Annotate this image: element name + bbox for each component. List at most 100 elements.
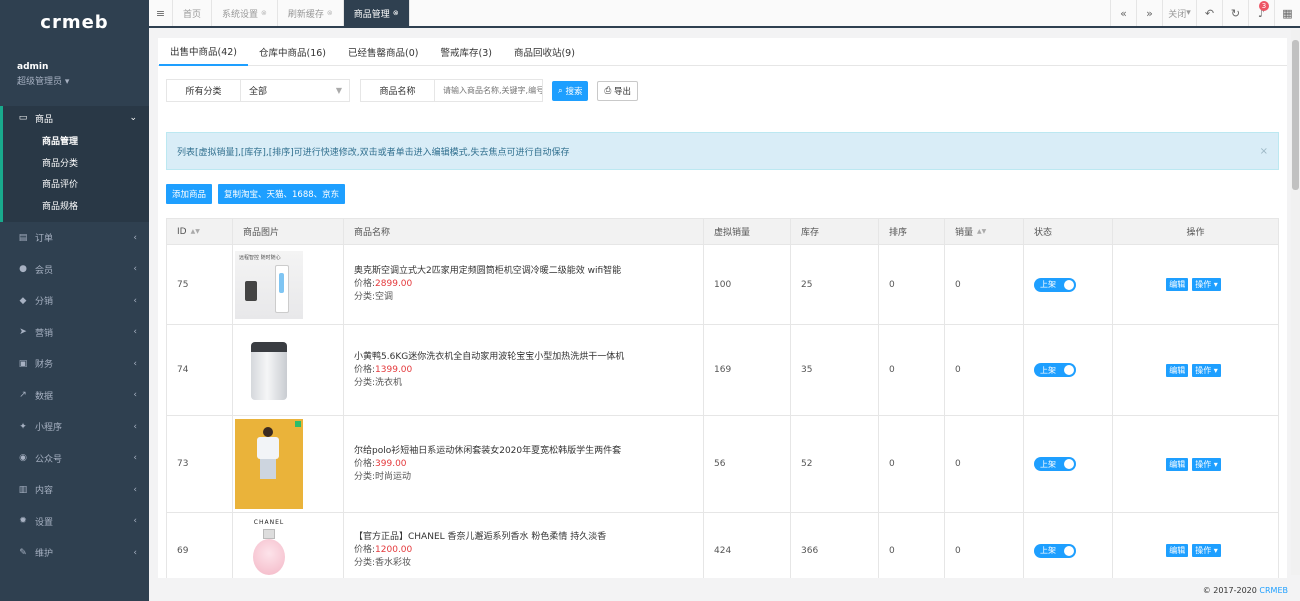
sidebar-item-product[interactable]: ▭ 商品 ⌄	[3, 106, 149, 130]
footer-brand-link[interactable]: CRMEB	[1259, 586, 1288, 595]
search-button[interactable]: ⌕ 搜索	[552, 81, 589, 101]
sidebar-item-marketing[interactable]: ➤ 营销 ‹	[0, 317, 149, 349]
tab-low-stock[interactable]: 警戒库存(3)	[430, 38, 503, 66]
col-status: 状态	[1024, 219, 1113, 244]
product-image[interactable]	[235, 419, 303, 509]
product-image[interactable]: CHANEL	[235, 516, 303, 578]
scrollbar-thumb[interactable]	[1292, 40, 1299, 190]
cell-virtual-sales[interactable]: 424	[704, 513, 791, 578]
tab-product-manage[interactable]: 商品管理 ⊗	[343, 0, 410, 26]
scroll-right-button[interactable]: »	[1136, 0, 1162, 26]
more-ops-dropdown[interactable]: 操作 ▾	[1192, 544, 1221, 557]
category-select[interactable]: 所有分类 全部 ▼	[166, 79, 350, 102]
close-tabs-label: 关闭	[1168, 9, 1187, 20]
chevron-left-icon: ‹	[133, 547, 137, 558]
page-scrollbar[interactable]	[1291, 30, 1300, 575]
cell-status: 上架	[1024, 325, 1113, 415]
sidebar-item-maintain[interactable]: ✎ 维护 ‹	[0, 537, 149, 569]
sidebar-item-content[interactable]: ▥ 内容 ‹	[0, 474, 149, 506]
sidebar-item-label: 营销	[35, 328, 54, 339]
cell-name: 尔给polo衫短袖日系运动休闲套装女2020年夏宽松韩版学生两件套 价格:399…	[344, 416, 704, 512]
more-ops-dropdown[interactable]: 操作 ▾	[1192, 278, 1221, 291]
sidebar-item-order[interactable]: ▤ 订单 ‹	[0, 222, 149, 254]
export-button[interactable]: ⎙ 导出	[597, 81, 639, 101]
cell-image	[233, 416, 344, 512]
refresh-button[interactable]: ↻	[1222, 0, 1248, 26]
sidebar-item-settings[interactable]: ✹ 设置 ‹	[0, 506, 149, 538]
cell-sort[interactable]: 0	[879, 325, 945, 415]
edit-button[interactable]: 编辑	[1166, 544, 1189, 557]
caret-down-icon: ▾	[1186, 8, 1191, 18]
sidebar-item-miniapp[interactable]: ✦ 小程序 ‹	[0, 411, 149, 443]
sidebar-subitem-product-spec[interactable]: 商品规格	[3, 195, 149, 217]
more-ops-dropdown[interactable]: 操作 ▾	[1192, 457, 1221, 471]
edit-button[interactable]: 编辑	[1166, 363, 1189, 377]
tab-home[interactable]: 首页	[173, 0, 213, 26]
price-prefix: 价格:	[354, 364, 376, 375]
fullscreen-button[interactable]: ▦	[1274, 0, 1300, 26]
cell-stock[interactable]: 35	[791, 325, 879, 415]
sidebar-subitem-product-manage[interactable]: 商品管理	[3, 130, 149, 152]
user-icon: ●	[19, 264, 27, 275]
menu-toggle-button[interactable]: ≡	[149, 0, 173, 26]
sidebar-item-wechat[interactable]: ◉ 公众号 ‹	[0, 443, 149, 475]
status-toggle[interactable]: 上架	[1034, 543, 1076, 558]
sidebar-item-data[interactable]: ↗ 数据 ‹	[0, 380, 149, 412]
scroll-left-button[interactable]: «	[1110, 0, 1136, 26]
copy-product-button[interactable]: 复制淘宝、天猫、1688、京东	[218, 184, 346, 204]
user-role-dropdown[interactable]: 超级管理员 ▾	[17, 74, 149, 87]
close-icon[interactable]: ⊗	[327, 9, 333, 17]
tab-recycle-bin[interactable]: 商品回收站(9)	[503, 38, 586, 66]
sort-icon: ▲▼	[977, 228, 987, 235]
col-sales[interactable]: 销量 ▲▼	[945, 219, 1024, 244]
sidebar-subitem-product-review[interactable]: 商品评价	[3, 173, 149, 195]
close-icon[interactable]: ⊗	[261, 9, 267, 17]
edit-button[interactable]: 编辑	[1166, 278, 1189, 291]
footer: © 2017-2020 CRMEB	[1203, 586, 1288, 595]
edit-button[interactable]: 编辑	[1166, 457, 1189, 471]
close-icon[interactable]: ⊗	[393, 9, 399, 17]
cell-id: 75	[167, 245, 233, 324]
tab-system-settings[interactable]: 系统设置 ⊗	[212, 0, 278, 26]
tab-on-sale[interactable]: 出售中商品(42)	[159, 38, 249, 66]
product-image[interactable]: 远程智控 随时随心	[235, 250, 303, 319]
sort-icon: ▲▼	[190, 228, 200, 235]
tab-in-warehouse[interactable]: 仓库中商品(16)	[248, 38, 337, 66]
cell-id: 74	[167, 325, 233, 415]
sidebar-item-member[interactable]: ● 会员 ‹	[0, 254, 149, 286]
status-toggle[interactable]: 上架	[1034, 363, 1076, 377]
cell-virtual-sales[interactable]: 100	[704, 245, 791, 324]
product-name: 【官方正品】CHANEL 香奈儿邂逅系列香水 粉色柔情 持久淡香	[354, 532, 607, 542]
status-toggle[interactable]: 上架	[1034, 277, 1076, 292]
tab-sold-out[interactable]: 已经售罄商品(0)	[337, 38, 429, 66]
close-icon[interactable]: ×	[1260, 146, 1268, 157]
chevron-left-icon: ‹	[133, 516, 137, 527]
back-button[interactable]: ↶	[1196, 0, 1222, 26]
col-id[interactable]: ID ▲▼	[167, 219, 233, 244]
sidebar-item-finance[interactable]: ▣ 财务 ‹	[0, 348, 149, 380]
cell-sort[interactable]: 0	[879, 513, 945, 578]
category-value: 时尚运动	[375, 471, 412, 482]
notification-button[interactable]: ♪ 3	[1248, 0, 1274, 26]
tab-bar: ≡ 首页 系统设置 ⊗ 刷新缓存 ⊗ 商品管理 ⊗ « » 关闭 ▾ ↶ ↻ ♪ 3 ▦	[149, 0, 1300, 28]
cell-sort[interactable]: 0	[879, 416, 945, 512]
product-image[interactable]	[235, 336, 303, 404]
cell-stock[interactable]: 366	[791, 513, 879, 578]
search-input[interactable]	[435, 80, 542, 101]
close-tabs-dropdown[interactable]: 关闭 ▾	[1162, 0, 1196, 26]
status-toggle[interactable]: 上架	[1034, 457, 1076, 471]
category-value[interactable]: 全部 ▼	[241, 80, 349, 101]
tab-refresh-cache[interactable]: 刷新缓存 ⊗	[278, 0, 344, 26]
chevron-left-icon: ‹	[133, 390, 137, 401]
sidebar-item-distribution[interactable]: ◆ 分销 ‹	[0, 285, 149, 317]
cell-stock[interactable]: 25	[791, 245, 879, 324]
cell-virtual-sales[interactable]: 56	[704, 416, 791, 512]
sidebar-subitem-product-category[interactable]: 商品分类	[3, 152, 149, 174]
more-ops-dropdown[interactable]: 操作 ▾	[1192, 363, 1221, 377]
cell-sort[interactable]: 0	[879, 245, 945, 324]
cell-virtual-sales[interactable]: 169	[704, 325, 791, 415]
send-icon: ➤	[19, 327, 27, 338]
cell-stock[interactable]: 52	[791, 416, 879, 512]
add-product-button[interactable]: 添加商品	[166, 184, 213, 204]
miniapp-icon: ✦	[19, 421, 27, 432]
